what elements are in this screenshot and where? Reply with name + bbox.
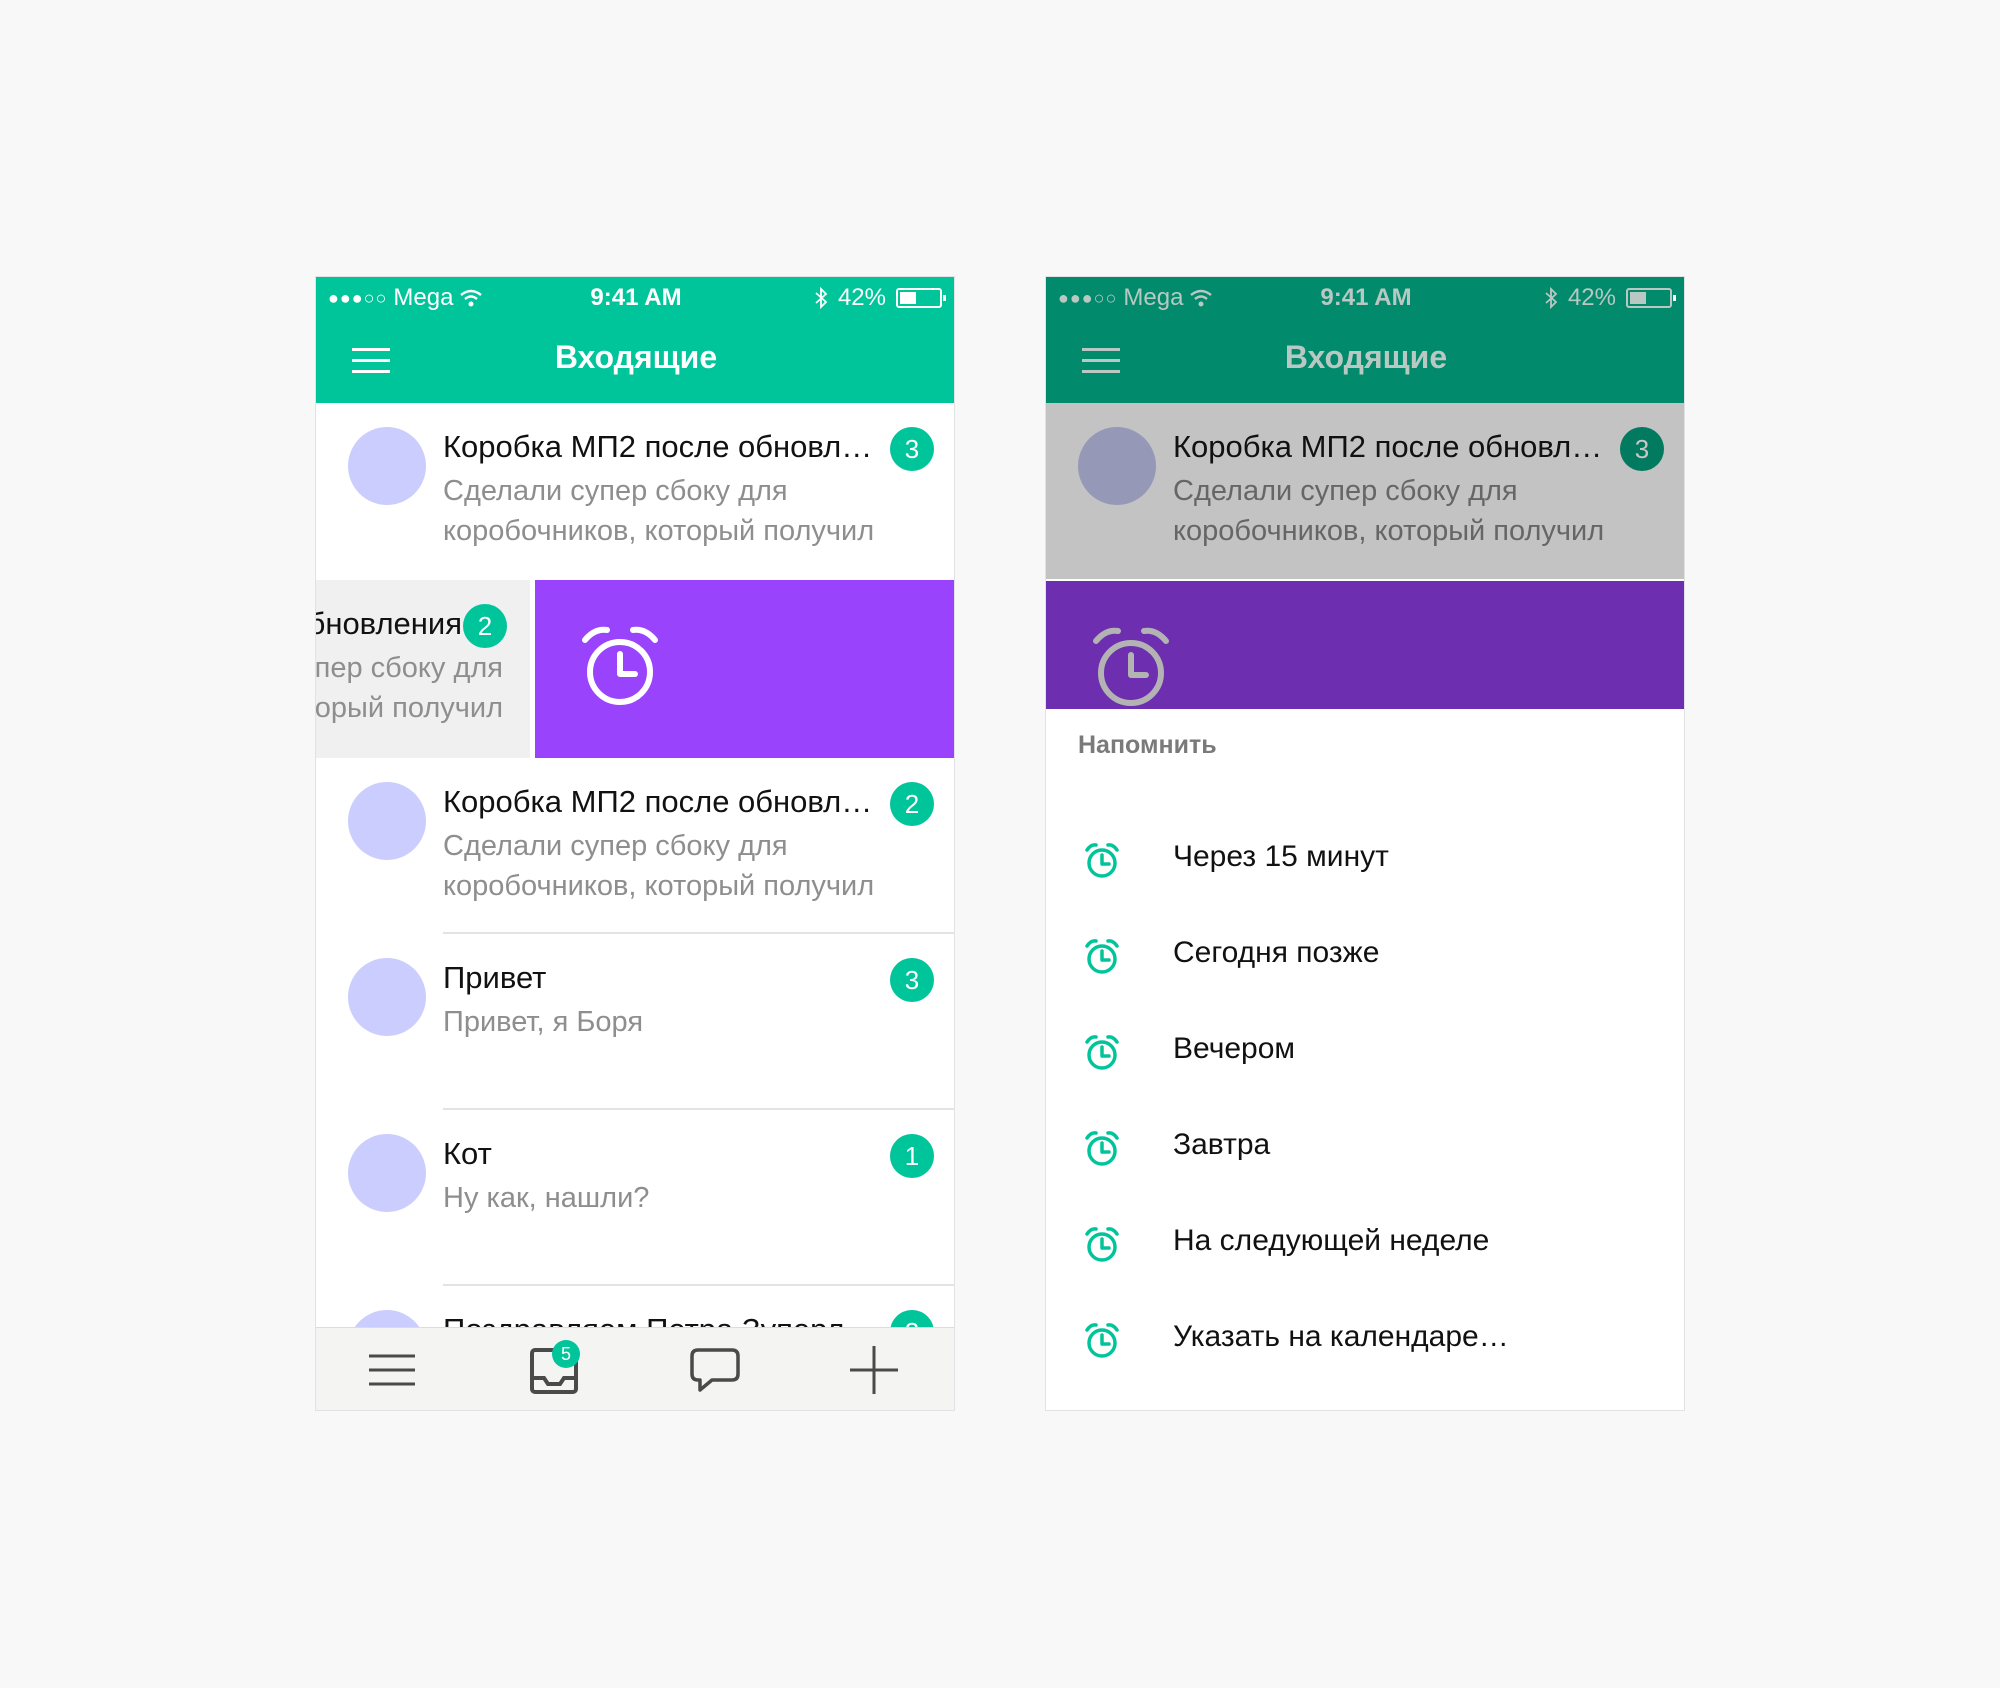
remind-option-label: Сегодня позже xyxy=(1173,936,1380,969)
preview-line: Сделали супер сбоку для xyxy=(316,652,503,684)
app-header: Входящие xyxy=(316,317,954,403)
bottom-tab-bar: 5 xyxy=(316,1327,954,1410)
remind-option[interactable]: Указать на календаре… xyxy=(1046,1291,1684,1387)
battery-fill xyxy=(900,292,916,304)
preview-line: Ну как, нашли? xyxy=(443,1182,650,1214)
remind-option[interactable]: Завтра xyxy=(1046,1099,1684,1195)
message-preview: Сделали супер сбоку для коробочников, ко… xyxy=(443,471,913,551)
message-subject: Привет xyxy=(443,960,547,995)
message-preview: Сделали супер сбоку для коробочников, ко… xyxy=(316,648,503,728)
tab-chats[interactable] xyxy=(688,1344,748,1400)
tab-menu[interactable] xyxy=(366,1344,426,1400)
swiped-message-row[interactable]: Коробка МП2 после обновления Сделали суп… xyxy=(316,580,954,758)
battery-fill xyxy=(1630,292,1646,304)
preview-line: коробочников, который получил xyxy=(1173,515,1605,547)
message-preview: Сделали супер сбоку для коробочников, ко… xyxy=(1173,471,1643,551)
page-title: Входящие xyxy=(554,339,718,375)
preview-line: Сделали супер сбоку для xyxy=(443,475,788,507)
remind-sheet-title: Напомнить xyxy=(1078,731,1217,759)
remind-option[interactable]: Через 15 минут xyxy=(1046,811,1684,907)
message-preview: Привет, я Боря xyxy=(443,1002,913,1042)
tab-inbox[interactable]: 5 xyxy=(528,1340,588,1400)
preview-line: Привет, я Боря xyxy=(443,1006,644,1038)
avatar xyxy=(348,782,426,860)
chat-bubble-icon xyxy=(690,1348,740,1392)
battery-percent: 42% xyxy=(837,284,886,311)
remind-option-label: На следующей неделе xyxy=(1173,1224,1490,1257)
message-subject: Коробка МП2 после обновления xyxy=(316,606,462,641)
message-row[interactable]: Коробка МП2 после обновления Сделали суп… xyxy=(316,758,954,934)
plus-icon xyxy=(850,1346,898,1394)
alarm-clock-icon xyxy=(1085,1227,1119,1262)
remind-option-label: Указать на календаре… xyxy=(1173,1320,1509,1353)
tab-compose[interactable] xyxy=(848,1344,908,1400)
remind-option-label: Через 15 минут xyxy=(1173,840,1389,873)
status-bar: ●●●○○ Mega 9:41 AM 42% xyxy=(1046,277,1684,317)
message-preview: Ну как, нашли? xyxy=(443,1178,913,1218)
bluetooth-icon xyxy=(815,287,828,309)
alarm-clock-icon xyxy=(1093,627,1169,706)
snooze-action-dimmed xyxy=(1046,581,1684,709)
message-row-dimmed: Коробка МП2 после обновления Сделали суп… xyxy=(1046,403,1684,579)
alarm-clock-icon xyxy=(1085,1131,1119,1166)
alarm-clock-icon xyxy=(1085,843,1119,878)
alarm-clock-icon xyxy=(1085,1035,1119,1070)
remind-option[interactable]: Вечером xyxy=(1046,1003,1684,1099)
alarm-clock-icon xyxy=(582,626,658,705)
avatar xyxy=(348,958,426,1036)
unread-count-badge: 3 xyxy=(890,427,934,471)
battery-percent: 42% xyxy=(1567,284,1616,311)
message-row[interactable]: Привет Привет, я Боря 3 xyxy=(316,934,954,1110)
unread-count-badge: 2 xyxy=(890,782,934,826)
battery-icon xyxy=(896,288,946,308)
status-bar: ●●●○○ Mega 9:41 AM 42% xyxy=(316,277,954,317)
app-header: Входящие xyxy=(1046,317,1684,403)
remind-option[interactable]: Сегодня позже xyxy=(1046,907,1684,1003)
remind-option-label: Завтра xyxy=(1173,1128,1271,1161)
preview-line: Сделали супер сбоку для xyxy=(443,830,788,862)
inbox-screen: ●●●○○ Mega 9:41 AM 42% Входящие Коробка … xyxy=(315,276,955,1411)
message-subject: Коробка МП2 после обновления xyxy=(443,784,888,819)
unread-count-badge: 3 xyxy=(1620,427,1664,471)
message-subject: Кот xyxy=(443,1136,492,1171)
page-title: Входящие xyxy=(1284,339,1448,375)
preview-line: коробочников, который получил xyxy=(443,870,875,902)
alarm-clock-icon xyxy=(1085,1323,1119,1358)
unread-count-badge: 1 xyxy=(890,1134,934,1178)
preview-line: Сделали супер сбоку для xyxy=(1173,475,1518,507)
swiped-message-content[interactable]: Коробка МП2 после обновления Сделали суп… xyxy=(316,580,530,758)
alarm-clock-icon xyxy=(1085,939,1119,974)
snooze-swipe-action[interactable] xyxy=(535,580,954,758)
unread-count-badge: 3 xyxy=(890,958,934,1002)
message-row[interactable]: Кот Ну как, нашли? 1 xyxy=(316,1110,954,1286)
message-preview: Сделали супер сбоку для коробочников, ко… xyxy=(443,826,913,906)
message-row[interactable]: Коробка МП2 после обновления Сделали суп… xyxy=(316,403,954,579)
inbox-count-badge: 5 xyxy=(552,1340,580,1368)
message-subject: Коробка МП2 после обновления xyxy=(443,429,888,464)
bluetooth-icon xyxy=(1545,287,1558,309)
remind-option[interactable]: На следующей неделе xyxy=(1046,1195,1684,1291)
message-subject: Коробка МП2 после обновления xyxy=(1173,429,1618,464)
preview-line: коробочников, который получил xyxy=(443,515,875,547)
avatar xyxy=(348,1134,426,1212)
preview-line: коробочников, который получил xyxy=(316,692,503,724)
menu-icon xyxy=(369,1354,415,1386)
unread-count-badge: 2 xyxy=(463,604,507,648)
battery-icon xyxy=(1626,288,1676,308)
remind-option-label: Вечером xyxy=(1173,1032,1296,1065)
avatar xyxy=(1078,427,1156,505)
remind-sheet-screen: ●●●○○ Mega 9:41 AM 42% Входящие Коробка … xyxy=(1045,276,1685,1411)
avatar xyxy=(348,427,426,505)
